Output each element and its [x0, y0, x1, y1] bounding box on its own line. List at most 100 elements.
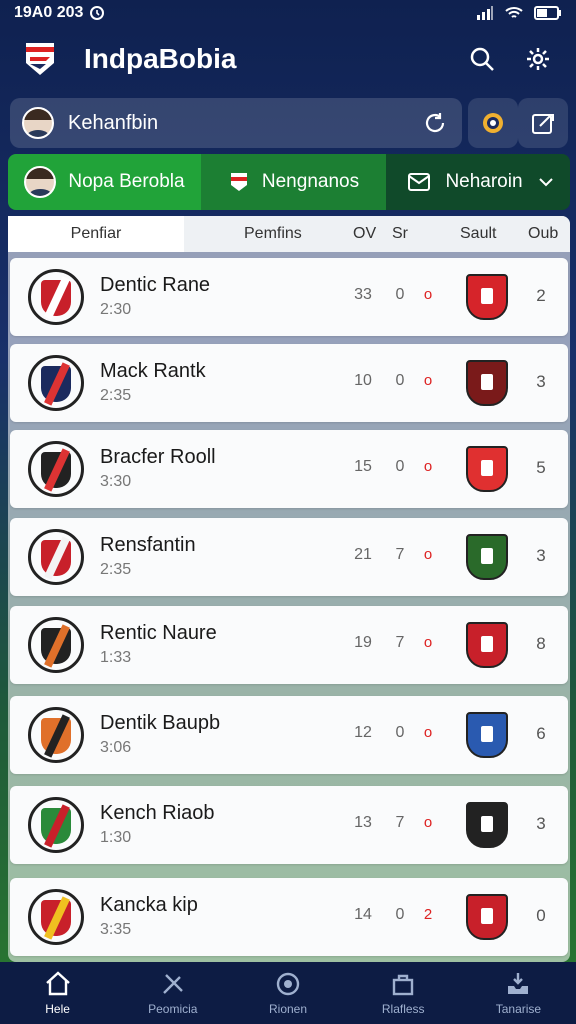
- nav-target[interactable]: Rionen: [230, 962, 345, 1024]
- played-value: 33: [354, 286, 372, 303]
- team-time: 1:30: [100, 829, 132, 846]
- table-row[interactable]: Bracfer Rooll 3:30 15 0 o 5: [10, 430, 568, 508]
- chevron-down-icon: [539, 178, 553, 187]
- team-time: 2:35: [100, 561, 132, 578]
- status-time: 19A0 203: [14, 4, 84, 21]
- signal-icon: [477, 6, 493, 20]
- refresh-button[interactable]: [420, 108, 450, 138]
- battery-icon: [534, 6, 561, 20]
- refresh-icon: [425, 113, 445, 133]
- header-team: Penfiar: [8, 216, 184, 252]
- stat-value: 7: [395, 814, 405, 831]
- table-row[interactable]: Dentic Rane 2:30 33 0 o 2: [10, 258, 568, 336]
- points-value: 8: [536, 634, 546, 653]
- played-value: 13: [354, 814, 372, 831]
- search-button[interactable]: [464, 41, 500, 77]
- team-name: Dentic Rane: [100, 274, 211, 296]
- nav-tools[interactable]: Peomicia: [115, 962, 230, 1024]
- team-crest-icon: [28, 707, 84, 763]
- tab-3-label: Neharoin: [445, 171, 523, 192]
- flag-icon: [230, 173, 247, 191]
- tab-1-label: Nopa Berobla: [68, 171, 185, 192]
- nav-inbox-label: Tanarise: [495, 1002, 542, 1016]
- badge-button[interactable]: [468, 98, 518, 148]
- edit-icon: [532, 114, 554, 134]
- edit-button[interactable]: [518, 98, 568, 148]
- settings-button[interactable]: [520, 41, 556, 77]
- search-icon: [470, 47, 494, 71]
- wifi-icon: [505, 7, 523, 18]
- inbox-icon: [508, 973, 529, 994]
- stat-dot: 2: [423, 906, 433, 923]
- played-value: 12: [354, 724, 372, 741]
- points-value: 2: [536, 286, 546, 305]
- team-name: Mack Rantk: [100, 360, 206, 382]
- opponent-shield-icon: [466, 712, 508, 758]
- table-row[interactable]: Kench Riaob 1:30 13 7 o 3: [10, 786, 568, 864]
- team-name: Rentic Naure: [100, 622, 217, 644]
- tab-1[interactable]: Nopa Berobla: [8, 154, 201, 210]
- bag-icon: [393, 974, 414, 996]
- points-value: 3: [536, 814, 546, 833]
- team-name: Kench Riaob: [100, 802, 215, 824]
- team-time: 3:30: [100, 473, 132, 490]
- team-name: Bracfer Rooll: [100, 446, 216, 468]
- stat-dot: o: [423, 546, 433, 563]
- opponent-shield-icon: [466, 622, 508, 668]
- tab-3[interactable]: Neharoin: [386, 154, 570, 210]
- points-value: 6: [536, 724, 546, 743]
- stat-dot: o: [423, 634, 433, 651]
- team-name: Dentik Baupb: [100, 712, 221, 734]
- table-row[interactable]: Mack Rantk 2:35 10 0 o 3: [10, 344, 568, 422]
- user-avatar: [22, 107, 54, 139]
- points-value: 5: [536, 458, 546, 477]
- points-value: 3: [536, 372, 546, 391]
- stat-dot: o: [423, 286, 433, 303]
- team-name: Rensfantin: [100, 534, 196, 556]
- team-time: 2:35: [100, 387, 132, 404]
- badge-icon: [483, 113, 503, 133]
- team-time: 1:33: [100, 649, 132, 666]
- team-name: Kancka kip: [100, 894, 198, 916]
- tab-2-label: Nengnanos: [261, 171, 360, 192]
- team-crest-icon: [28, 529, 84, 585]
- played-value: 14: [354, 906, 372, 923]
- nav-home-label: Hele: [45, 1002, 70, 1016]
- table-row[interactable]: Rensfantin 2:35 21 7 o 3: [10, 518, 568, 596]
- team-crest-icon: [28, 441, 84, 497]
- played-value: 10: [354, 372, 372, 389]
- header-c2: Sr: [392, 225, 408, 242]
- tools-icon: [162, 974, 183, 994]
- points-value: 0: [536, 906, 546, 925]
- team-crest-icon: [28, 269, 84, 325]
- nav-bag[interactable]: Rlafless: [346, 962, 461, 1024]
- app-logo-icon: [26, 43, 54, 75]
- nav-home[interactable]: Hele: [0, 962, 115, 1024]
- header-c1: OV: [353, 225, 377, 242]
- played-value: 21: [354, 546, 372, 563]
- stat-value: 0: [395, 286, 405, 303]
- opponent-shield-icon: [466, 446, 508, 492]
- stat-value: 0: [395, 372, 405, 389]
- table-row[interactable]: Dentik Baupb 3:06 12 0 o 6: [10, 696, 568, 774]
- header-c3: Sault: [460, 225, 497, 242]
- table-row[interactable]: Rentic Naure 1:33 19 7 o 8: [10, 606, 568, 684]
- team-crest-icon: [28, 617, 84, 673]
- user-name: Kehanfbin: [68, 111, 159, 134]
- stat-value: 0: [395, 724, 405, 741]
- user-bar[interactable]: Kehanfbin: [10, 98, 462, 148]
- nav-inbox[interactable]: Tanarise: [461, 962, 576, 1024]
- tab-2[interactable]: Nengnanos: [201, 154, 386, 210]
- table-row[interactable]: Kancka kip 3:35 14 0 2 0: [10, 878, 568, 956]
- opponent-shield-icon: [466, 802, 508, 848]
- opponent-shield-icon: [466, 534, 508, 580]
- home-icon: [45, 971, 70, 996]
- app-title: IndpaBobia: [84, 43, 237, 74]
- tab-bar: Nopa Berobla Nengnanos Neharoin: [8, 154, 570, 210]
- played-value: 15: [354, 458, 372, 475]
- points-value: 3: [536, 546, 546, 565]
- opponent-shield-icon: [466, 274, 508, 320]
- team-time: 2:30: [100, 301, 132, 318]
- tab-avatar: [24, 166, 57, 198]
- team-time: 3:06: [100, 739, 132, 756]
